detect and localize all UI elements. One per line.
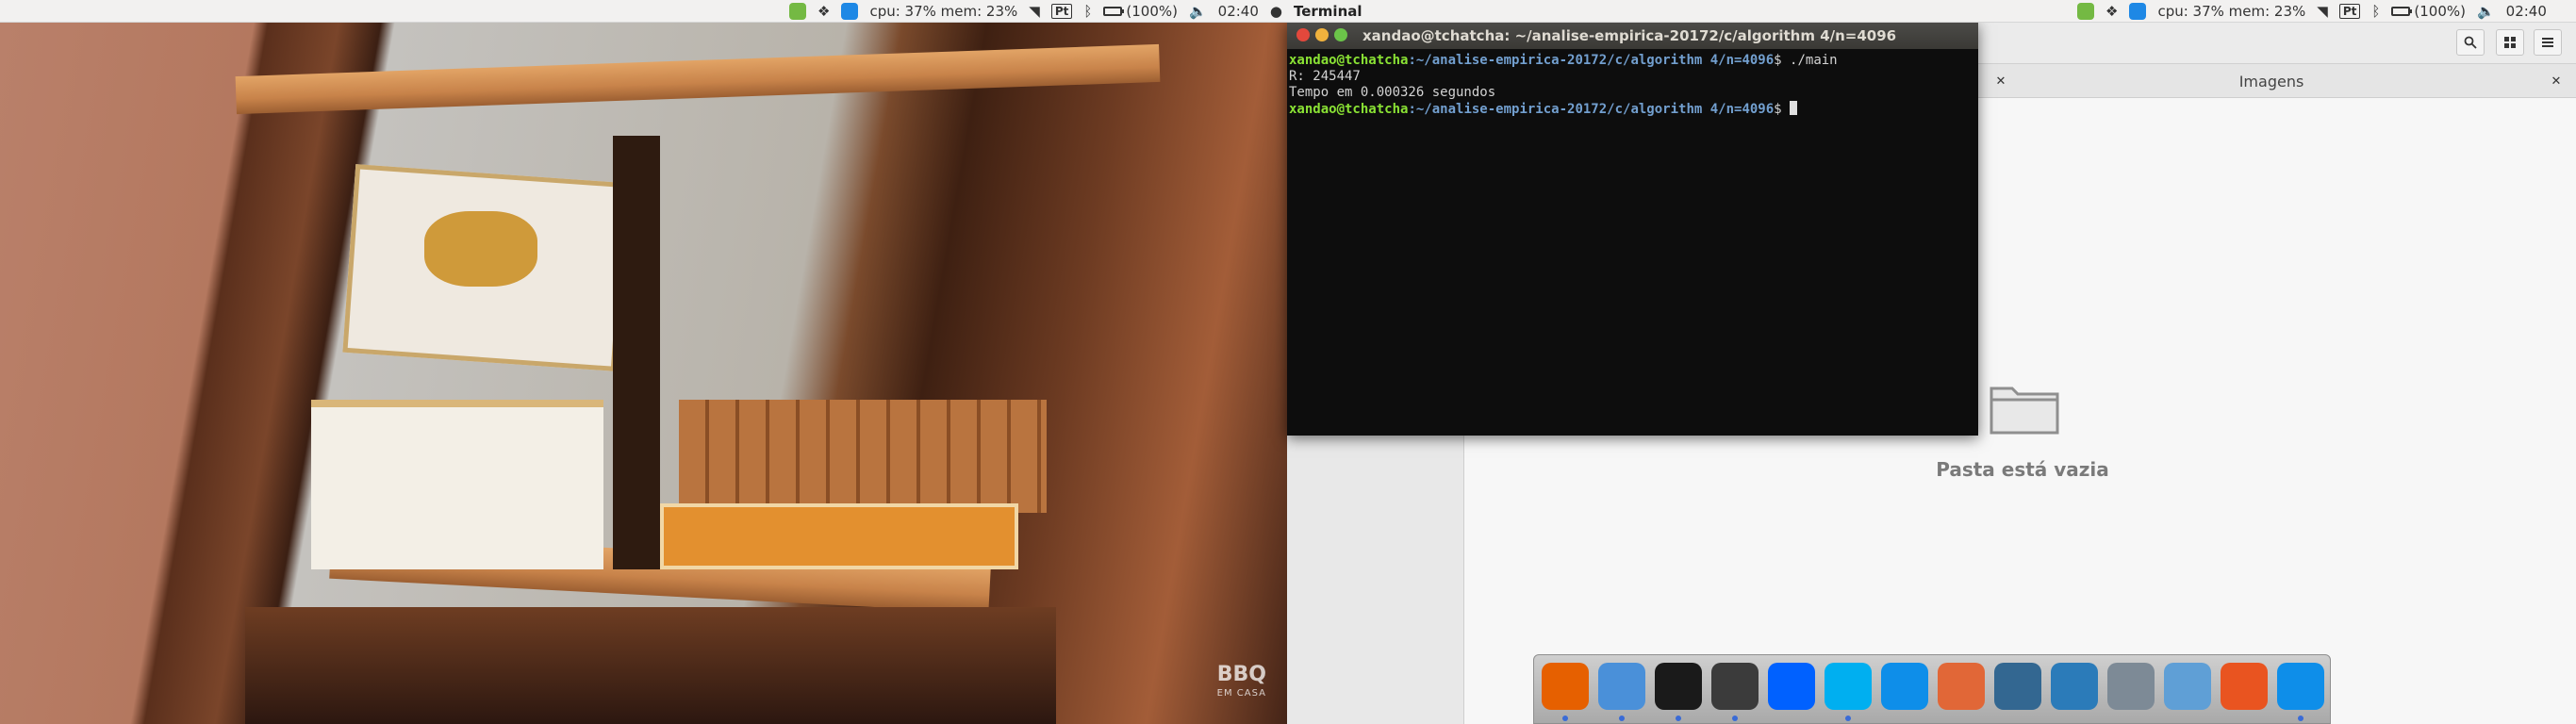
teamviewer-icon[interactable] xyxy=(2277,663,2324,710)
terminal-line: xandao@tchatcha:~/analise-empirica-20172… xyxy=(1289,101,1976,118)
terminal-cursor xyxy=(1790,101,1798,115)
running-indicator xyxy=(1845,716,1851,721)
close-window-button[interactable] xyxy=(1296,28,1310,41)
menu-button[interactable] xyxy=(2534,29,2562,56)
battery-level: (100%) xyxy=(2414,3,2466,20)
bluetooth-icon[interactable]: ᛒ xyxy=(1083,3,1092,20)
volume-icon[interactable]: 🔈 xyxy=(2477,3,2495,20)
video-frame[interactable]: BBQ EM CASA xyxy=(0,23,1287,724)
minimize-window-button[interactable] xyxy=(1315,28,1329,41)
menubar-tray-right: ❖ cpu: 37% mem: 23% ◥ Pt ᛒ (100%) 🔈 02:4… xyxy=(2077,0,2558,23)
teamviewer-tray-icon[interactable] xyxy=(841,3,859,20)
screenshot-icon[interactable] xyxy=(2107,663,2155,710)
battery-icon xyxy=(2391,7,2413,16)
cabinet-lower xyxy=(245,607,1056,724)
teamviewer-tray-icon[interactable] xyxy=(2129,3,2147,20)
desktop: BBQ EM CASA ✕ Imagens ✕ Pasta está vazia… xyxy=(0,0,2576,724)
terminal-line: R: 245447 xyxy=(1289,69,1361,84)
terminal-titlebar[interactable]: xandao@tchatcha: ~/analise-empirica-2017… xyxy=(1287,23,1978,49)
running-indicator xyxy=(1619,716,1625,721)
search-icon xyxy=(2464,36,2477,49)
running-indicator xyxy=(1676,716,1681,721)
terminal-output[interactable]: xandao@tchatcha:~/analise-empirica-20172… xyxy=(1287,49,1978,436)
cigar-box-front xyxy=(660,503,1018,569)
battery-indicator[interactable]: (100%) xyxy=(1103,3,1178,20)
battery-indicator[interactable]: (100%) xyxy=(2391,3,2466,20)
top-menubar: ❖ cpu: 37% mem: 23% ◥ Pt ᛒ (100%) 🔈 02:4… xyxy=(0,0,2576,23)
teamviewer-icon[interactable] xyxy=(1881,663,1928,710)
clock[interactable]: 02:40 xyxy=(2506,3,2547,20)
video-watermark: BBQ EM CASA xyxy=(1216,663,1266,703)
prompt-path: :~/analise-empirica-20172/c/algorithm 4/… xyxy=(1408,102,1775,117)
tab-imagens[interactable]: Imagens xyxy=(2011,64,2532,98)
terminal-title: xandao@tchatcha: ~/analise-empirica-2017… xyxy=(1362,27,1897,44)
update-indicator-icon[interactable] xyxy=(789,3,806,20)
apple-icon[interactable]: ● xyxy=(1270,3,1282,20)
tab-close-button[interactable]: ✕ xyxy=(1991,72,2010,90)
keyboard-layout-indicator[interactable]: Pt xyxy=(2338,4,2361,19)
running-indicator xyxy=(2298,716,2304,721)
virtualbox-icon[interactable] xyxy=(2164,663,2211,710)
folder-icon xyxy=(1990,387,2059,435)
watermark-text: BBQ xyxy=(1216,663,1266,686)
search-button[interactable] xyxy=(2456,29,2485,56)
keyboard-layout-indicator[interactable]: Pt xyxy=(1050,4,1073,19)
ubuntu-software-icon[interactable] xyxy=(2221,663,2268,710)
hamburger-menu-icon xyxy=(2542,38,2553,47)
active-app-name[interactable]: Terminal xyxy=(1294,3,1362,20)
battery-level: (100%) xyxy=(1126,3,1178,20)
watermark-subtext: EM CASA xyxy=(1216,688,1266,699)
terminal-command: ./main xyxy=(1790,53,1838,68)
cigars-bundle xyxy=(679,400,1047,513)
mysql-workbench-icon[interactable] xyxy=(2051,663,2098,710)
system-load-indicator[interactable]: cpu: 37% mem: 23% xyxy=(869,3,1017,20)
terminal-line: Tempo em 0.000326 segundos xyxy=(1289,85,1496,100)
terminal-line: xandao@tchatcha:~/analise-empirica-20172… xyxy=(1289,53,1976,69)
prompt-suffix: $ xyxy=(1774,53,1791,68)
dropbox-icon[interactable] xyxy=(1768,663,1815,710)
system-load-indicator[interactable]: cpu: 37% mem: 23% xyxy=(2157,3,2305,20)
terminal-icon[interactable] xyxy=(1655,663,1702,710)
prompt-suffix: $ xyxy=(1774,102,1791,117)
wifi-icon[interactable]: ◥ xyxy=(2317,3,2328,20)
close-icon: ✕ xyxy=(2551,74,2562,89)
dropbox-tray-icon[interactable]: ❖ xyxy=(817,3,830,20)
code-editor-icon[interactable] xyxy=(1711,663,1759,710)
dock xyxy=(1533,654,2331,724)
finder-icon[interactable] xyxy=(1598,663,1645,710)
running-indicator xyxy=(1732,716,1738,721)
battery-icon xyxy=(1103,7,1125,16)
cabinet-divider xyxy=(613,136,660,569)
wooden-shelf xyxy=(235,43,1161,115)
prompt-user: xandao@tchatcha xyxy=(1289,53,1409,68)
grid-icon xyxy=(2504,37,2516,48)
firefox-icon[interactable] xyxy=(1542,663,1589,710)
postgresql-icon[interactable] xyxy=(1994,663,2041,710)
volume-icon[interactable]: 🔈 xyxy=(1189,3,1207,20)
prompt-user: xandao@tchatcha xyxy=(1289,102,1409,117)
cigar-box-label xyxy=(424,211,537,287)
update-indicator-icon[interactable] xyxy=(2077,3,2094,20)
menubar-tray-left: ❖ cpu: 37% mem: 23% ◥ Pt ᛒ (100%) 🔈 02:4… xyxy=(789,0,1374,23)
terminal-window[interactable]: xandao@tchatcha: ~/analise-empirica-2017… xyxy=(1287,23,1978,436)
maximize-window-button[interactable] xyxy=(1334,28,1347,41)
empty-folder-message: Pasta está vazia xyxy=(1936,458,2109,481)
cigar-box-base xyxy=(311,400,603,569)
wifi-icon[interactable]: ◥ xyxy=(1029,3,1040,20)
tab-close-button[interactable]: ✕ xyxy=(2547,72,2566,90)
clock[interactable]: 02:40 xyxy=(1218,3,1259,20)
bluetooth-icon[interactable]: ᛒ xyxy=(2371,3,2380,20)
close-icon: ✕ xyxy=(1995,74,2006,89)
view-grid-button[interactable] xyxy=(2496,29,2524,56)
matlab-icon[interactable] xyxy=(1938,663,1985,710)
running-indicator xyxy=(1562,716,1568,721)
tab-label: Imagens xyxy=(2238,72,2304,90)
dropbox-tray-icon[interactable]: ❖ xyxy=(2105,3,2118,20)
prompt-path: :~/analise-empirica-20172/c/algorithm 4/… xyxy=(1408,53,1775,68)
skype-icon[interactable] xyxy=(1825,663,1872,710)
